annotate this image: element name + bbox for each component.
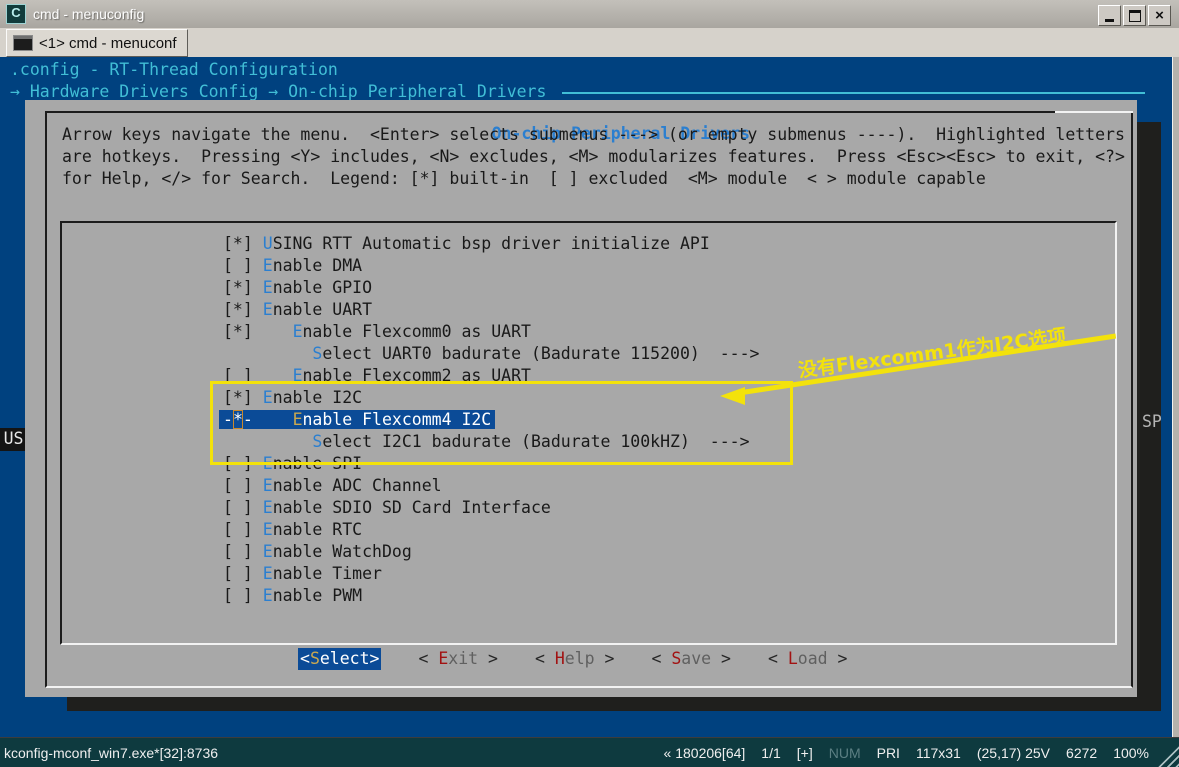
close-icon: × (1155, 8, 1164, 23)
status-segment: NUM (829, 745, 861, 761)
menu-item[interactable]: Select UART0 badurate (Badurate 115200) … (223, 343, 759, 365)
menu-item[interactable]: [ ] Enable Timer (223, 563, 759, 585)
window-title: cmd - menuconfig (33, 6, 144, 22)
menu-item[interactable]: [ ] Enable SDIO SD Card Interface (223, 497, 759, 519)
minimize-button[interactable] (1098, 5, 1121, 26)
dialog-shadow-bottom (67, 697, 1161, 711)
tab-label: <1> cmd - menuconf (39, 35, 177, 52)
menu-item[interactable]: [ ] Enable DMA (223, 255, 759, 277)
menu-item[interactable]: [ ] Enable ADC Channel (223, 475, 759, 497)
status-segment: 117x31 (916, 745, 961, 761)
annotation-rectangle (210, 381, 793, 465)
status-segment: [+] (797, 745, 813, 761)
menu-item[interactable]: [*] Enable UART (223, 299, 759, 321)
menu-item[interactable]: [*] USING RTT Automatic bsp driver initi… (223, 233, 759, 255)
window-right-border (1172, 57, 1179, 737)
tab-cmd-menuconfig[interactable]: <1> cmd - menuconf (6, 29, 188, 57)
menu-item[interactable]: [ ] Enable RTC (223, 519, 759, 541)
instruction-line: are hotkeys. Pressing <Y> includes, <N> … (62, 146, 1125, 168)
status-segment: 1/1 (761, 745, 780, 761)
save-button[interactable]: < Save > (651, 648, 731, 670)
status-process: kconfig-mconf_win7.exe*[32]:8736 (0, 745, 218, 761)
breadcrumb-rule (562, 92, 1145, 94)
status-segment: (25,17) 25V (977, 745, 1050, 761)
load-button[interactable]: < Load > (768, 648, 848, 670)
console-icon (13, 35, 33, 51)
status-segment: PRI (877, 745, 900, 761)
menu-item[interactable]: [ ] Enable PWM (223, 585, 759, 607)
annotation-arrowhead-icon (720, 387, 745, 405)
title-bar: C cmd - menuconfig × (0, 0, 1179, 28)
status-segment: 6272 (1066, 745, 1097, 761)
status-bar: kconfig-mconf_win7.exe*[32]:8736 « 18020… (0, 737, 1179, 767)
maximize-icon (1129, 10, 1141, 22)
config-header: .config - RT-Thread Configuration (10, 59, 338, 81)
close-button[interactable]: × (1148, 5, 1171, 26)
status-right-group: « 180206[64] 1/1 [+] NUM PRI 117x31 (25,17) 25… (664, 745, 1179, 761)
status-segment: 100% (1113, 745, 1149, 761)
dialog-buttons: <Select> < Exit > < Help > < Save > < Load > (298, 648, 847, 670)
maximize-button[interactable] (1123, 5, 1146, 26)
menu-item[interactable]: [ ] Enable WatchDog (223, 541, 759, 563)
exit-button[interactable]: < Exit > (418, 648, 498, 670)
instruction-line: for Help, </> for Search. Legend: [*] bu… (62, 168, 1125, 190)
menu-item[interactable]: [*] Enable GPIO (223, 277, 759, 299)
minimize-icon (1105, 19, 1114, 22)
help-button[interactable]: < Help > (535, 648, 615, 670)
background-text-fragment-left: US (0, 428, 27, 451)
background-text-fragment-right: SP (1142, 411, 1162, 433)
menu-item[interactable]: [*] Enable Flexcomm0 as UART (223, 321, 759, 343)
dialog-instructions: Arrow keys navigate the menu. <Enter> se… (62, 124, 1125, 190)
select-button[interactable]: <Select> (298, 648, 381, 670)
app-icon: C (6, 4, 26, 24)
status-segment: « 180206[64] (664, 745, 746, 761)
tab-bar: <1> cmd - menuconf + 1 (0, 28, 1179, 57)
terminal-area: .config - RT-Thread Configuration → Hard… (0, 57, 1172, 737)
instruction-line: Arrow keys navigate the menu. <Enter> se… (62, 124, 1125, 146)
